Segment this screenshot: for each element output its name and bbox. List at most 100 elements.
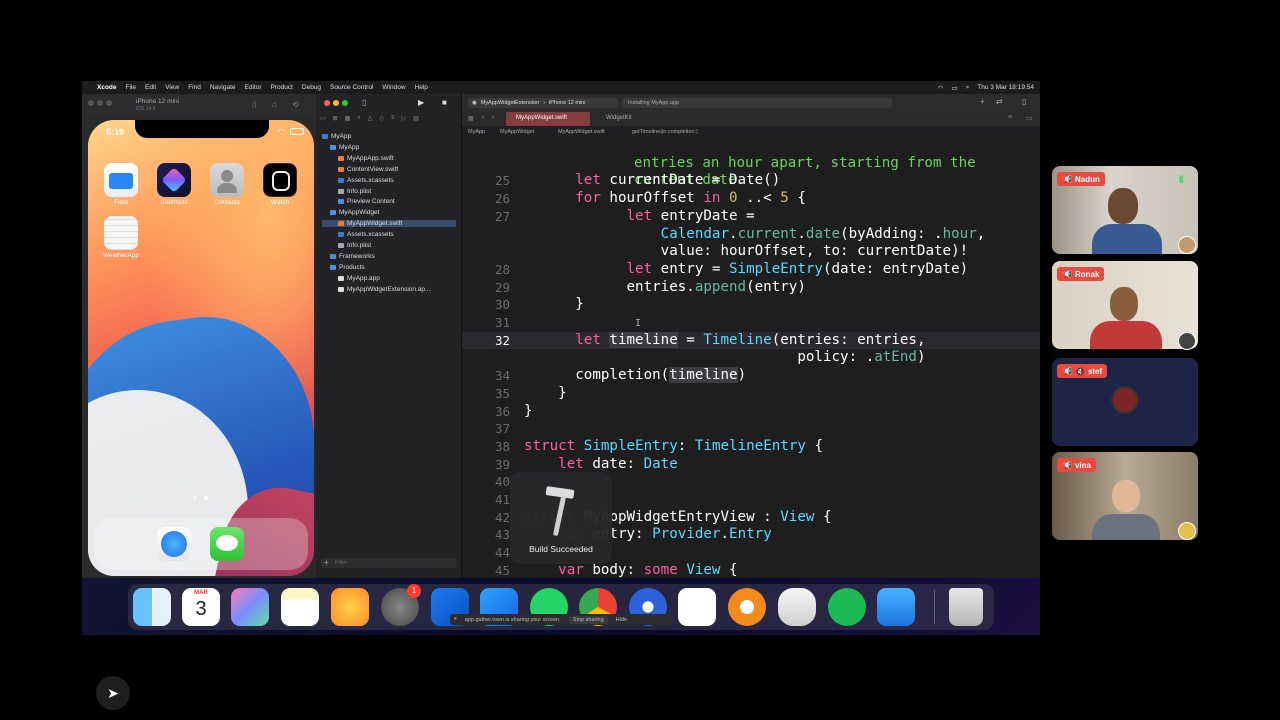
source-control-icon[interactable]: ⊠: [333, 115, 338, 125]
debug-navigator-icon[interactable]: ≡: [391, 115, 395, 125]
spotify-icon[interactable]: [828, 588, 866, 626]
jumpbar-symbol[interactable]: getTimeline(in:completion:): [632, 129, 698, 135]
stop-sharing-button[interactable]: Stop sharing: [568, 615, 608, 624]
participant-tile-stef[interactable]: 📢 🔇 stef: [1052, 358, 1198, 446]
menu-edit[interactable]: Edit: [145, 84, 156, 91]
filter-input[interactable]: Filter: [335, 560, 347, 566]
slack-icon[interactable]: [678, 588, 716, 626]
navigator-item[interactable]: Info.plist: [338, 188, 371, 195]
swift-playgrounds-icon[interactable]: [331, 588, 369, 626]
home-icon[interactable]: ⌂: [272, 100, 277, 109]
tab-mywidget-swift[interactable]: MyAppWidget.swift: [516, 115, 567, 121]
split-editor-icon[interactable]: ▭: [1026, 114, 1033, 122]
menu-source-control[interactable]: Source Control: [330, 84, 373, 91]
location-arrow-button[interactable]: ➤: [96, 676, 130, 710]
rotate-icon[interactable]: ⟲: [292, 100, 299, 109]
trash-icon[interactable]: [949, 588, 983, 626]
test-navigator-icon[interactable]: ◇: [379, 115, 384, 125]
screenshot-icon[interactable]: ⌷: [252, 100, 257, 110]
folder-navigator-icon[interactable]: ▭: [320, 115, 326, 125]
tab-widgetkit[interactable]: WidgetKit: [606, 115, 632, 121]
inspector-toggle-icon[interactable]: ▯: [1022, 97, 1026, 106]
navigator-item[interactable]: MyAppApp.swift: [338, 155, 394, 162]
menu-navigate[interactable]: Navigate: [210, 84, 236, 91]
menu-editor[interactable]: Editor: [245, 84, 262, 91]
battery-icon[interactable]: ▭: [951, 84, 957, 92]
navigator-item-label: MyApp.app: [347, 274, 380, 282]
navigator-item[interactable]: Preview Content: [338, 198, 395, 205]
finder-icon[interactable]: [133, 588, 171, 626]
xcode-minimize-button[interactable]: [333, 100, 339, 106]
megaphone-icon: 📢: [1062, 174, 1072, 184]
navigator-item[interactable]: MyApp.app: [338, 275, 380, 282]
menu-datetime[interactable]: Thu 3 Mar 18:19:54: [977, 84, 1034, 91]
jumpbar-project[interactable]: MyApp: [468, 129, 485, 135]
hide-button[interactable]: Hide: [616, 617, 627, 623]
jumpbar-group[interactable]: MyAppWidget: [500, 129, 534, 135]
window-zoom-button[interactable]: [106, 100, 112, 106]
menu-view[interactable]: View: [165, 84, 179, 91]
stop-button[interactable]: ■: [442, 98, 447, 107]
find-navigator-icon[interactable]: ⌕: [357, 115, 360, 125]
run-button[interactable]: ▶: [418, 98, 424, 107]
menu-debug[interactable]: Debug: [302, 84, 321, 91]
wifi-icon[interactable]: ◠: [938, 84, 944, 92]
menu-window[interactable]: Window: [382, 84, 405, 91]
participant-tile-vina[interactable]: 📢 vina: [1052, 452, 1198, 540]
code-line: 34 completion(timeline): [494, 367, 747, 384]
code-review-icon[interactable]: ⇄: [996, 97, 1003, 106]
breakpoint-navigator-icon[interactable]: ▷: [402, 115, 407, 125]
safari-app[interactable]: [157, 527, 191, 561]
menu-file[interactable]: File: [126, 84, 136, 91]
scheme-name[interactable]: MyAppWidgetExtension: [481, 100, 539, 106]
navigator-item[interactable]: Products: [330, 264, 365, 271]
system-preferences-icon[interactable]: 1: [381, 584, 421, 626]
sequel-pro-icon[interactable]: [778, 588, 816, 626]
navigator-item[interactable]: Info.plist: [338, 242, 371, 249]
navigator-item[interactable]: MyAppWidgetExtension.ap...: [338, 286, 430, 293]
calendar-icon[interactable]: MAR 3: [182, 588, 220, 626]
navigator-item[interactable]: ContentView.swift: [338, 166, 398, 173]
participant-tile-ronak[interactable]: 📢 Ronak: [1052, 261, 1198, 349]
navigator-item[interactable]: MyApp: [330, 144, 359, 151]
contacts-app[interactable]: [210, 163, 244, 197]
weatherapp-app[interactable]: [104, 216, 138, 250]
navigator-item[interactable]: Frameworks: [330, 253, 375, 260]
keynote-icon[interactable]: [877, 588, 915, 626]
back-icon[interactable]: ‹: [482, 115, 484, 121]
add-icon[interactable]: +: [980, 97, 985, 106]
notes-icon[interactable]: [281, 588, 319, 626]
navigator-item[interactable]: MyAppWidget.swift: [322, 220, 456, 228]
issue-navigator-icon[interactable]: △: [368, 115, 373, 125]
menu-product[interactable]: Product: [270, 84, 292, 91]
navigator-item[interactable]: Assets.xcassets: [338, 177, 394, 184]
launchpad-icon[interactable]: [231, 588, 269, 626]
menu-find[interactable]: Find: [188, 84, 201, 91]
report-navigator-icon[interactable]: ▤: [413, 115, 419, 125]
shortcuts-app[interactable]: [157, 163, 191, 197]
folder-icon: [330, 264, 336, 270]
navigator-item[interactable]: MyApp: [322, 133, 351, 140]
search-icon[interactable]: ⌕: [966, 84, 970, 92]
forward-icon[interactable]: ›: [492, 115, 494, 121]
window-close-button[interactable]: [88, 100, 94, 106]
jumpbar-file[interactable]: MyAppWidget.swift: [558, 129, 605, 135]
xcode-zoom-button[interactable]: [342, 100, 348, 106]
watch-app[interactable]: [263, 163, 297, 197]
files-app[interactable]: [104, 163, 138, 197]
messages-app[interactable]: [210, 527, 244, 561]
vpn-icon[interactable]: [728, 588, 766, 626]
menu-app-name[interactable]: Xcode: [97, 84, 117, 91]
navigator-item[interactable]: MyAppWidget: [330, 209, 379, 216]
menu-help[interactable]: Help: [415, 84, 428, 91]
window-minimize-button[interactable]: [97, 100, 103, 106]
participant-tile-nadun[interactable]: 📢 Nadun ▮: [1052, 166, 1198, 254]
editor-options-icon[interactable]: ≡: [1008, 114, 1012, 121]
add-file-icon[interactable]: +: [324, 558, 329, 567]
symbol-navigator-icon[interactable]: ▦: [345, 115, 351, 125]
related-items-icon[interactable]: ▦: [468, 115, 474, 122]
navigator-item[interactable]: Assets.xcassets: [338, 231, 394, 238]
sidebar-toggle-icon[interactable]: ▯: [362, 98, 366, 107]
destination-name[interactable]: iPhone 12 mini: [549, 100, 585, 106]
xcode-close-button[interactable]: [324, 100, 330, 106]
